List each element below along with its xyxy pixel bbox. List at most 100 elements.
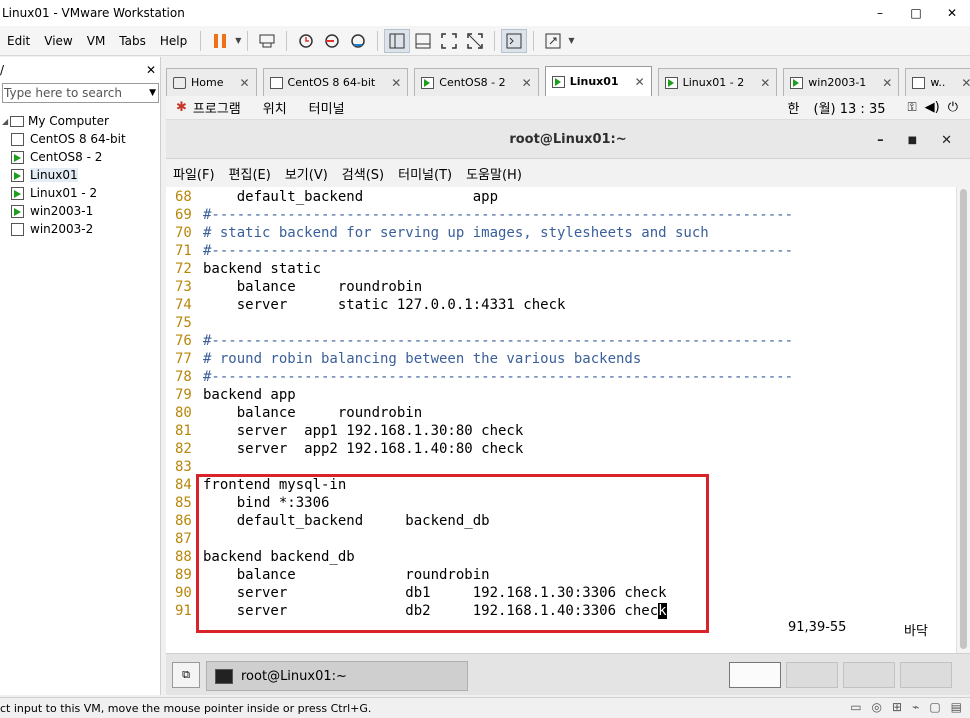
line-text: server app1 192.168.1.30:80 check	[203, 423, 524, 439]
menu-toolbar: Edit View VM Tabs Help ▼ ▼	[0, 26, 970, 56]
power-icon[interactable]: ⏻	[948, 100, 958, 115]
cd-rom-icon[interactable]: ◎	[872, 700, 882, 714]
chevron-down-icon[interactable]: ▼	[568, 36, 574, 45]
terminal-menu-terminal[interactable]: 터미널(T)	[391, 164, 459, 183]
tree-item-label: CentOS 8 64-bit	[30, 132, 126, 146]
terminal-close-button[interactable]: ✕	[941, 133, 952, 148]
close-icon[interactable]: ✕	[760, 76, 770, 90]
menu-edit[interactable]: Edit	[0, 34, 37, 48]
tab-centos8-2[interactable]: CentOS8 - 2 ✕	[414, 68, 539, 96]
revert-snapshot-button[interactable]	[319, 29, 345, 53]
tree-root-label: My Computer	[28, 114, 109, 128]
terminal-menu-edit[interactable]: 편집(E)	[222, 164, 278, 183]
vim-scroll-position: 바닥	[904, 624, 928, 639]
snapshot-button[interactable]	[293, 29, 319, 53]
gnome-menu-applications[interactable]: 프로그램	[193, 98, 241, 117]
network-icon[interactable]: ⚿	[907, 100, 916, 115]
tree-root-my-computer[interactable]: ◢ My Computer	[0, 112, 160, 130]
code-line: 82 server app2 192.168.1.40:80 check	[175, 440, 793, 458]
line-text: # round robin balancing between the vari…	[203, 351, 642, 367]
tab-label: Home	[191, 76, 224, 89]
library-close-button[interactable]: ✕	[146, 63, 156, 77]
tab-label: Linux01 - 2	[682, 76, 745, 89]
hard-disk-icon[interactable]: ▭	[850, 700, 861, 714]
terminal-minimize-button[interactable]: –	[877, 133, 884, 148]
show-library-button[interactable]	[384, 28, 411, 53]
console-view-button[interactable]	[501, 28, 528, 53]
gnome-menu-terminal[interactable]: 터미널	[309, 98, 345, 117]
code-line: 70 # static backend for serving up images…	[175, 224, 793, 242]
unity-button[interactable]	[462, 29, 488, 53]
toolbar-separator	[377, 30, 379, 51]
tab-home[interactable]: Home ✕	[166, 68, 257, 96]
terminal-maximize-button[interactable]: ■	[908, 135, 917, 146]
tree-item-vm[interactable]: win2003-2	[0, 220, 160, 238]
collapse-icon[interactable]: ◢	[2, 117, 10, 126]
clock[interactable]: (월) 13 : 35	[814, 98, 886, 117]
workspace-4[interactable]	[900, 662, 952, 688]
minimize-button[interactable]: –	[862, 0, 898, 26]
tree-item-vm[interactable]: CentOS 8 64-bit	[0, 130, 160, 148]
line-text: #---------------------------------------…	[203, 207, 794, 223]
terminal-menu-file[interactable]: 파일(F)	[166, 164, 222, 183]
gnome-menu-places[interactable]: 위치	[263, 98, 287, 117]
close-icon[interactable]: ✕	[522, 76, 532, 90]
send-ctrl-alt-del-button[interactable]	[254, 29, 280, 53]
window-controls: – □ ✕	[862, 0, 970, 26]
stretch-guest-button[interactable]	[540, 29, 566, 53]
line-number: 82	[175, 441, 192, 457]
terminal-menu-search[interactable]: 검색(S)	[335, 164, 391, 183]
input-method-indicator[interactable]: 한	[788, 98, 800, 117]
close-icon[interactable]: ✕	[882, 76, 892, 90]
network-adapter-icon[interactable]: ⊞	[892, 700, 902, 714]
workspace-3[interactable]	[843, 662, 895, 688]
taskbar-item-terminal[interactable]: root@Linux01:~	[206, 661, 468, 691]
close-icon[interactable]: ✕	[239, 76, 249, 90]
pause-icon	[214, 33, 227, 48]
chevron-down-icon[interactable]: ▼	[235, 36, 241, 45]
tree-item-vm[interactable]: win2003-1	[0, 202, 160, 220]
close-icon[interactable]: ✕	[391, 76, 401, 90]
line-text: #---------------------------------------…	[203, 243, 794, 259]
tab-win2003-2[interactable]: w.. ✕	[905, 68, 970, 96]
tree-item-vm[interactable]: CentOS8 - 2	[0, 148, 160, 166]
close-icon[interactable]: ✕	[635, 75, 645, 89]
tree-item-vm[interactable]: Linux01 - 2	[0, 184, 160, 202]
snapshot-manager-button[interactable]	[345, 29, 371, 53]
library-search: ▼	[2, 83, 159, 103]
tab-label: CentOS8 - 2	[439, 76, 506, 89]
usb-icon[interactable]: ⌁	[912, 700, 919, 714]
display-icon[interactable]: ▢	[929, 700, 940, 714]
thumbnail-bar-button[interactable]	[410, 29, 436, 53]
pause-button[interactable]	[207, 29, 233, 53]
volume-icon[interactable]: ◀)	[925, 100, 940, 115]
tree-item-label: win2003-2	[30, 222, 94, 236]
workspace-2[interactable]	[786, 662, 838, 688]
menu-vm[interactable]: VM	[80, 34, 113, 48]
terminal-menu-view[interactable]: 보기(V)	[278, 164, 335, 183]
chevron-down-icon[interactable]: ▼	[149, 88, 156, 98]
full-screen-button[interactable]	[436, 29, 462, 53]
terminal-scrollbar[interactable]	[956, 187, 970, 653]
menu-view[interactable]: View	[37, 34, 79, 48]
message-icon[interactable]: ▤	[951, 700, 962, 714]
close-icon[interactable]: ✕	[961, 76, 970, 90]
menu-help[interactable]: Help	[153, 34, 194, 48]
vmware-window: Linux01 - VMware Workstation – □ ✕ Edit …	[0, 0, 970, 718]
close-button[interactable]: ✕	[934, 0, 970, 26]
tab-win2003-1[interactable]: win2003-1 ✕	[783, 68, 900, 96]
scrollbar-thumb[interactable]	[960, 189, 967, 649]
maximize-button[interactable]: □	[898, 0, 934, 26]
terminal-menu-help[interactable]: 도움말(H)	[459, 164, 529, 183]
stretch-icon	[545, 33, 561, 48]
tab-linux01[interactable]: Linux01 ✕	[544, 66, 652, 96]
show-desktop-button[interactable]: ⧉	[172, 662, 200, 688]
menu-tabs[interactable]: Tabs	[112, 34, 153, 48]
tab-label: Linux01	[569, 75, 619, 88]
library-header: / ✕	[0, 57, 160, 83]
tree-item-vm-selected[interactable]: Linux01	[0, 166, 160, 184]
tab-linux01-2[interactable]: Linux01 - 2 ✕	[657, 68, 778, 96]
search-input[interactable]	[4, 86, 134, 100]
tab-centos8-64bit[interactable]: CentOS 8 64-bit ✕	[262, 68, 409, 96]
workspace-1[interactable]	[729, 662, 781, 688]
